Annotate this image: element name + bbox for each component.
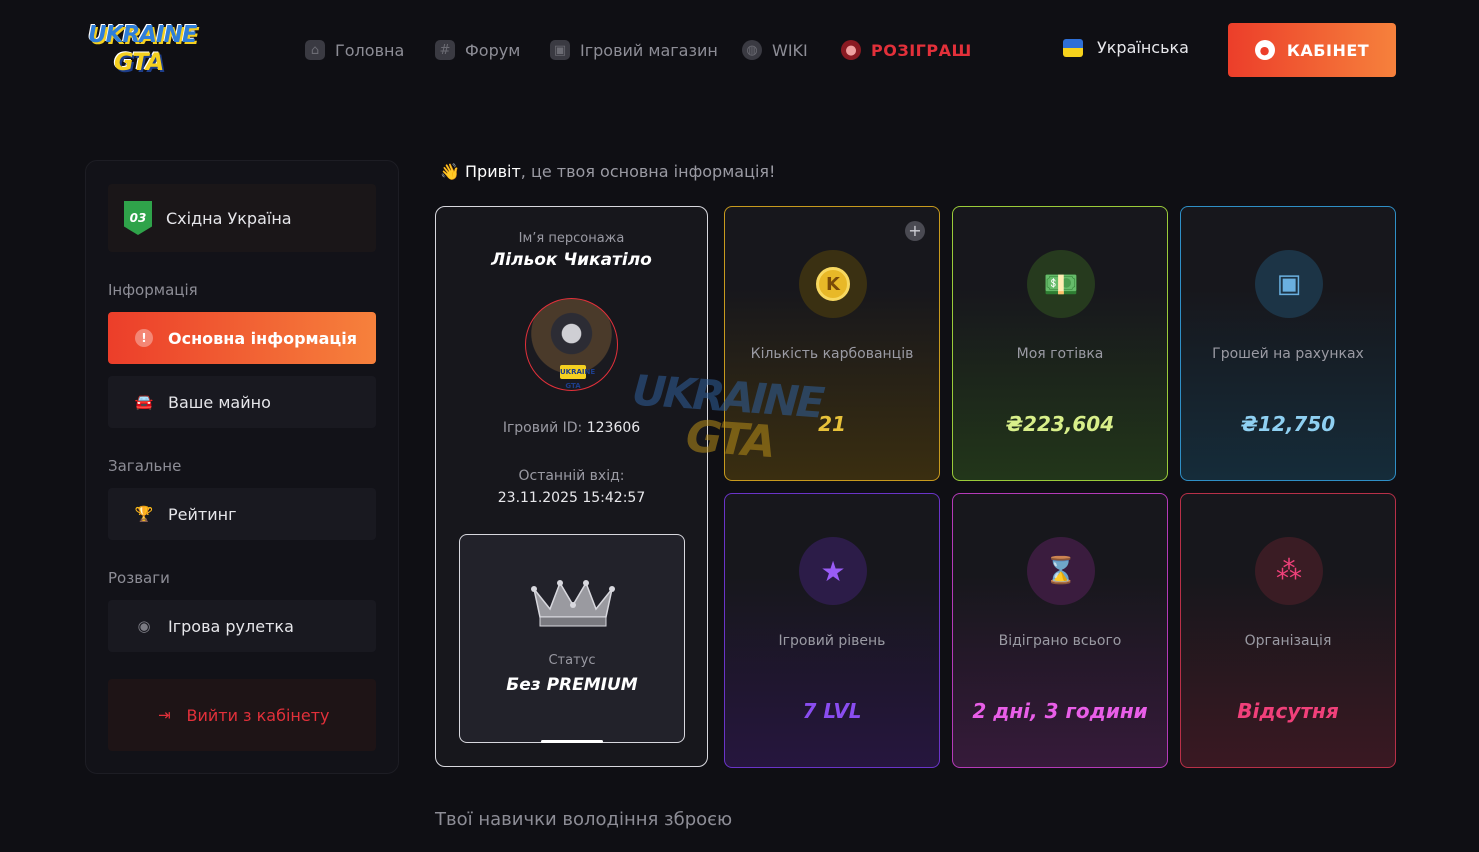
sidebar-item-rating[interactable]: 🏆 Рейтинг: [108, 488, 376, 540]
nav-shop[interactable]: ▣ Ігровий магазин: [550, 38, 718, 62]
dice-icon: ●: [841, 40, 861, 60]
sidebar-item-roulette[interactable]: ◉ Ігрова рулетка: [108, 600, 376, 652]
safe-icon: ▣: [1255, 250, 1323, 318]
nav-forum[interactable]: # Форум: [435, 38, 520, 62]
sidebar: 03 Східна Україна Інформація ! Основна і…: [85, 160, 399, 774]
stat-card-playtime: ⌛ Відіграно всього 2 дні, 3 години: [952, 493, 1168, 768]
group-icon: ⁂: [1255, 537, 1323, 605]
character-avatar: UKRAINE GTA: [525, 298, 618, 391]
cash-icon: 💵: [1027, 250, 1095, 318]
hash-icon: #: [435, 40, 455, 60]
stat-value-level: 7 LVL: [802, 699, 862, 723]
character-name: Лільок Чикатіло: [491, 250, 652, 270]
server-badge: 03: [124, 201, 152, 235]
trophy-icon: 🏆: [134, 505, 154, 523]
logout-icon: ⇥: [158, 706, 171, 724]
status-indicator: [541, 740, 603, 743]
nav-wiki[interactable]: ◍ WIKI: [742, 38, 808, 62]
character-name-label: Ім’я персонажа: [518, 231, 625, 246]
stat-value-cash: ₴223,604: [1005, 412, 1115, 436]
character-card: Ім’я персонажа Лільок Чикатіло UKRAINE G…: [435, 206, 708, 767]
logout-button[interactable]: ⇥ Вийти з кабінету: [108, 679, 376, 751]
add-karbovantsi-button[interactable]: +: [905, 221, 925, 241]
stat-value-bank: ₴12,750: [1240, 412, 1336, 436]
greeting: 👋 Привіт, це твоя основна інформація!: [440, 162, 776, 181]
stat-card-organization: ⁂ Організація Відсутня: [1180, 493, 1396, 768]
stat-card-karbovantsi: + K Кількість карбованців 21: [724, 206, 940, 481]
user-icon: ●: [1254, 40, 1275, 60]
game-id-row: Ігровий ID: 123606: [502, 420, 641, 436]
sidebar-item-property[interactable]: 🚘 Ваше майно: [108, 376, 376, 428]
hourglass-icon: ⌛: [1027, 537, 1095, 605]
sidebar-item-main-info[interactable]: ! Основна інформація: [108, 312, 376, 364]
stat-value-playtime: 2 дні, 3 години: [972, 699, 1148, 723]
stat-value-organization: Відсутня: [1237, 699, 1339, 723]
status-label: Статус: [548, 653, 596, 668]
last-login-label: Останній вхід:: [518, 468, 625, 484]
stat-value-karbovantsi: 21: [818, 412, 846, 436]
game-id-value: 123606: [586, 420, 641, 436]
globe-icon: ◍: [742, 40, 762, 60]
language-selector[interactable]: Українська: [1063, 38, 1189, 57]
weapon-skills-heading: Твої навички володіння зброєю: [435, 809, 733, 830]
car-icon: 🚘: [134, 393, 154, 411]
avatar-logo-tag: UKRAINE GTA: [560, 365, 595, 390]
site-logo[interactable]: UKRAINE GTA: [88, 20, 208, 82]
alert-circle-icon: !: [134, 328, 154, 348]
section-heading-info: Інформація: [108, 281, 198, 299]
section-heading-general: Загальне: [108, 457, 182, 475]
cabinet-button[interactable]: ● КАБІНЕТ: [1228, 23, 1396, 77]
star-icon: ★: [799, 537, 867, 605]
status-box: Статус Без PREMIUM: [459, 534, 685, 743]
last-login-value: 23.11.2025 15:42:57: [497, 490, 646, 506]
stat-card-cash: 💵 Моя готівка ₴223,604: [952, 206, 1168, 481]
server-selector[interactable]: 03 Східна Україна: [108, 184, 376, 252]
ukraine-flag-icon: [1063, 38, 1083, 57]
crown-icon: [531, 580, 615, 627]
server-name: Східна Україна: [166, 208, 292, 228]
nav-home[interactable]: ⌂ Головна: [305, 38, 404, 62]
status-value: Без PREMIUM: [506, 675, 638, 695]
roulette-icon: ◉: [137, 617, 151, 635]
stat-card-level: ★ Ігровий рівень 7 LVL: [724, 493, 940, 768]
bag-icon: ▣: [550, 40, 570, 60]
coin-icon: K: [799, 250, 867, 318]
section-heading-entertainment: Розваги: [108, 569, 170, 587]
wave-icon: 👋: [440, 162, 460, 181]
nav-giveaway[interactable]: ● РОЗІГРАШ: [841, 38, 972, 62]
home-icon: ⌂: [305, 40, 325, 60]
stat-card-bank: ▣ Грошей на рахунках ₴12,750: [1180, 206, 1396, 481]
